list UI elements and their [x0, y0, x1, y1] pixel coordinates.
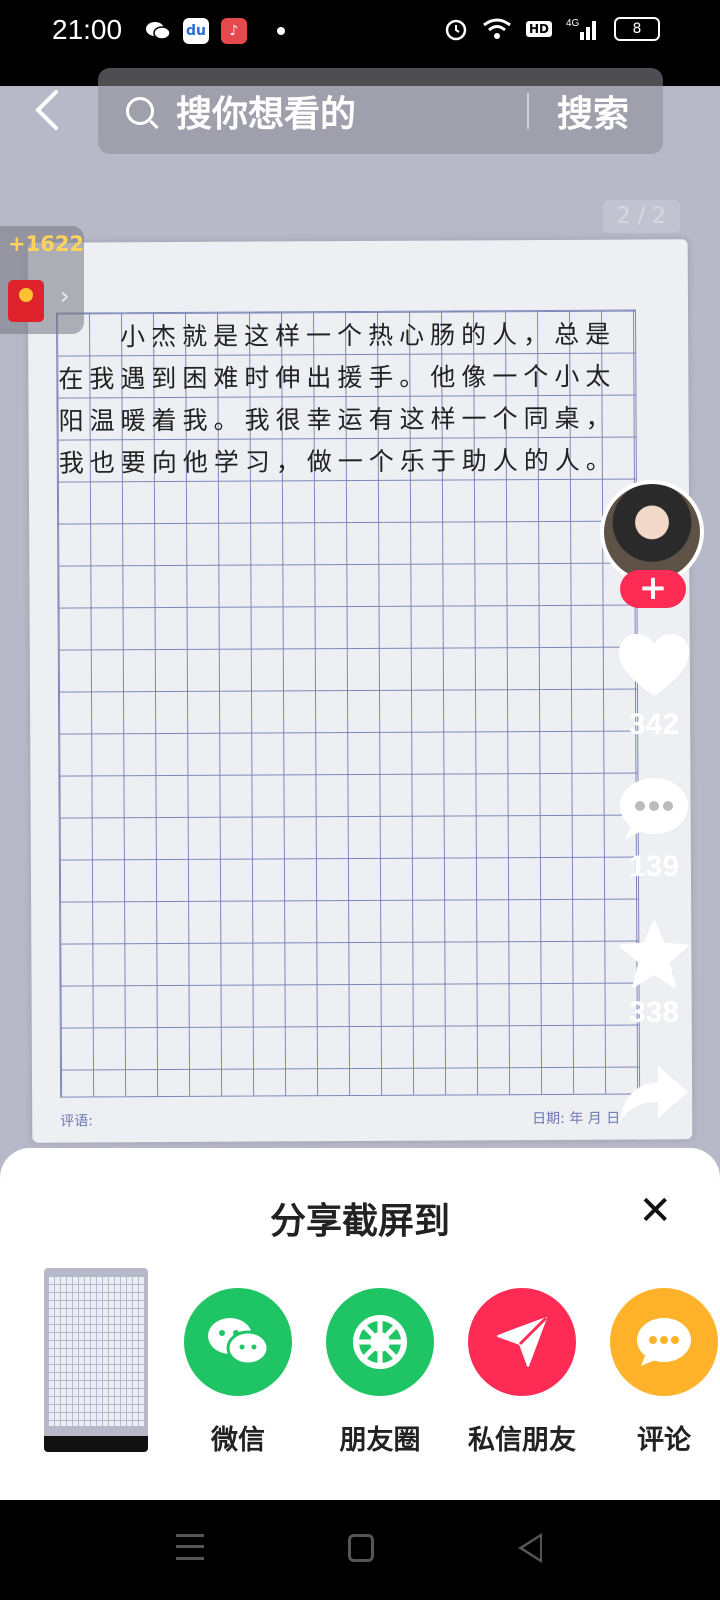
share-label: 朋友圈: [339, 1425, 421, 1456]
menu-icon[interactable]: [176, 1534, 204, 1560]
share-sheet: 分享截屏到 ✕ 微信 朋友圈 私信朋友 评论: [0, 1148, 720, 1500]
share-label: 私信朋友: [468, 1425, 576, 1456]
status-right-icons: HD 4G 8: [444, 16, 660, 42]
moments-icon[interactable]: [326, 1288, 434, 1396]
comment-icon[interactable]: [612, 776, 696, 846]
page-footer: 评语: 日期: 年 月 日: [60, 1108, 640, 1131]
heart-icon[interactable]: [619, 634, 689, 704]
share-direct-message[interactable]: 私信朋友: [462, 1288, 582, 1457]
battery-icon: 8: [614, 17, 660, 41]
send-icon[interactable]: [468, 1288, 576, 1396]
back-button[interactable]: [28, 86, 68, 136]
home-icon[interactable]: [348, 1534, 374, 1562]
search-divider: [526, 93, 529, 129]
page-indicator: 2 / 2: [602, 200, 680, 233]
like-count: 342: [628, 708, 680, 741]
comment-label: 评语:: [60, 1113, 94, 1130]
search-button[interactable]: 搜索: [557, 85, 629, 137]
status-left-icons: du ♪: [145, 18, 285, 44]
dot-icon: [277, 27, 285, 35]
reward-count: +1622: [8, 232, 85, 256]
favorite-action[interactable]: 338: [612, 920, 696, 1030]
chevron-right-icon: ›: [60, 282, 70, 310]
share-wechat[interactable]: 微信: [178, 1288, 298, 1457]
essay-text: 小杰就是这样一个热心肠的人，总是 在我遇到困难时伸出援手。他像一个小太 阳温暖着…: [58, 314, 634, 485]
share-action[interactable]: [612, 1064, 696, 1128]
essay-line: 我也要向他学习，做一个乐于助人的人。: [58, 445, 617, 478]
wechat-icon: [145, 18, 171, 44]
svg-text:4G: 4G: [566, 18, 580, 29]
comment-count: 139: [628, 850, 680, 883]
close-icon[interactable]: ✕: [638, 1188, 672, 1234]
share-comment[interactable]: 评论: [604, 1288, 720, 1457]
share-label: 微信: [211, 1425, 265, 1456]
share-arrow-icon[interactable]: [612, 1064, 696, 1128]
baidu-icon: du: [183, 18, 209, 44]
like-action[interactable]: 342: [612, 634, 696, 742]
essay-line: 在我遇到困难时伸出援手。他像一个小太: [58, 361, 617, 394]
comment-icon[interactable]: [610, 1288, 718, 1396]
follow-button[interactable]: +: [620, 570, 686, 608]
chevron-left-icon: [35, 90, 58, 130]
red-packet-icon: [8, 280, 44, 322]
back-triangle-icon[interactable]: [518, 1533, 542, 1563]
thumbnail-page: [48, 1276, 144, 1426]
search-bar[interactable]: 搜你想看的 搜索: [98, 68, 663, 154]
wifi-icon: [483, 18, 511, 39]
share-sheet-title: 分享截屏到: [269, 1201, 450, 1242]
thumbnail-bar: [44, 1436, 148, 1452]
screenshot-thumbnail[interactable]: [44, 1268, 148, 1452]
reward-badge[interactable]: +1622 ›: [0, 226, 84, 334]
status-time: 21:00: [52, 14, 123, 45]
search-input[interactable]: 搜你想看的: [176, 85, 527, 137]
star-icon[interactable]: [612, 920, 696, 992]
signal-icon: 4G: [566, 18, 596, 40]
hd-icon: HD: [525, 21, 552, 37]
wechat-icon[interactable]: [184, 1288, 292, 1396]
alarm-icon: [445, 19, 467, 41]
notebook-page: 小杰就是这样一个热心肠的人，总是 在我遇到困难时伸出援手。他像一个小太 阳温暖着…: [27, 239, 693, 1143]
search-icon: [126, 97, 154, 125]
date-label: 日期: 年 月 日: [532, 1110, 621, 1128]
favorite-count: 338: [628, 996, 680, 1029]
battery-level: 8: [632, 21, 642, 37]
share-label: 评论: [637, 1425, 691, 1456]
comment-action[interactable]: 139: [612, 776, 696, 884]
system-nav-bar: [0, 1500, 720, 1600]
music-icon: ♪: [221, 18, 247, 44]
essay-line: 小杰就是这样一个热心肠的人，总是: [58, 319, 617, 352]
essay-line: 阳温暖着我。我很幸运有这样一个同桌，: [58, 403, 617, 436]
share-moments[interactable]: 朋友圈: [320, 1288, 440, 1457]
